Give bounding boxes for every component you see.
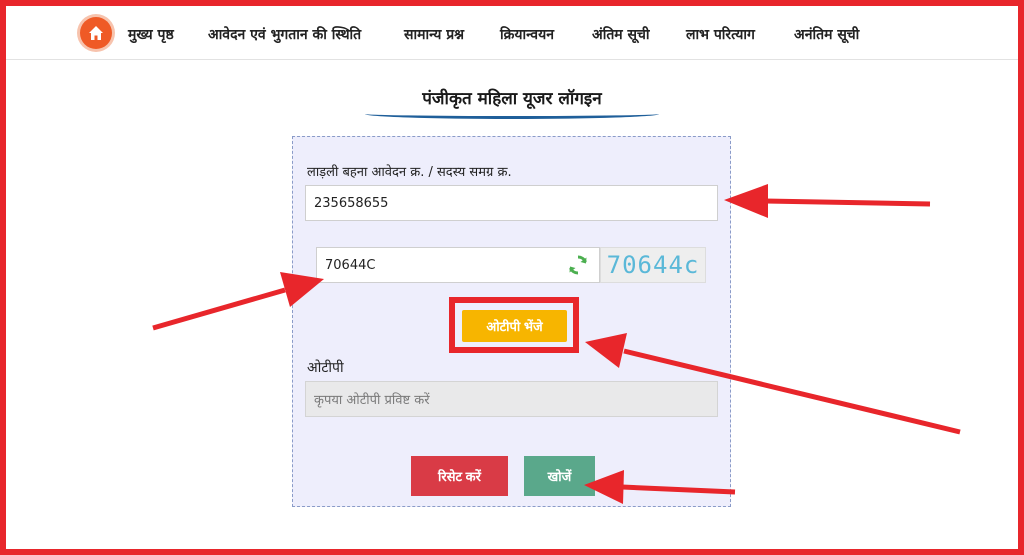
arrow-to-send-otp-button bbox=[585, 333, 961, 435]
annotation-arrows bbox=[152, 184, 961, 504]
arrow-to-search-button bbox=[584, 470, 736, 504]
arrow-to-application-input bbox=[724, 184, 931, 218]
arrow-to-captcha-input bbox=[152, 272, 324, 331]
